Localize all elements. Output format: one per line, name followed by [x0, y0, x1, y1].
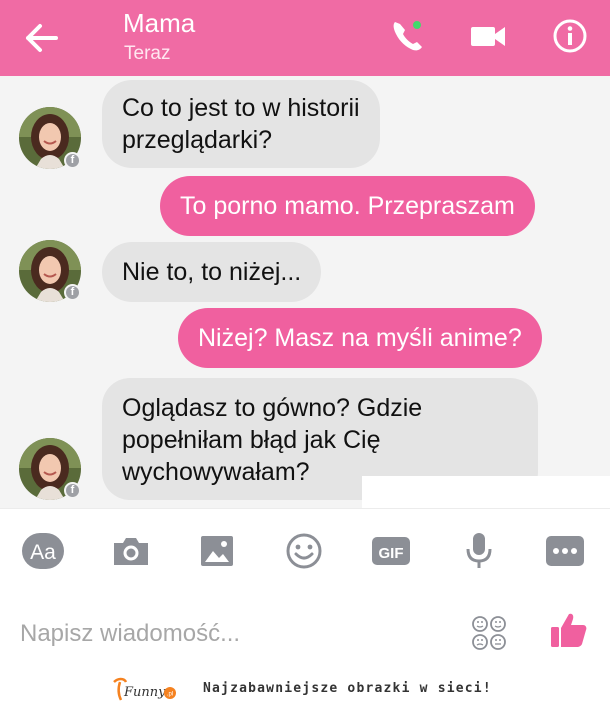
messenger-badge-icon: f [64, 152, 81, 169]
composer-toolbar: Aa GIF [0, 508, 610, 592]
sticker-icon[interactable] [470, 614, 508, 652]
incoming-message[interactable]: Nie to, to niżej... [102, 242, 322, 302]
message-list[interactable]: f Co to jest to w historii przeglądarki?… [0, 76, 610, 508]
camera-icon[interactable] [110, 531, 152, 571]
phone-call-icon[interactable] [386, 14, 430, 58]
video-camera-icon[interactable] [466, 14, 510, 58]
back-arrow-icon[interactable] [22, 20, 62, 56]
text-size-icon[interactable]: Aa [22, 531, 64, 571]
watermark-footer: Funny .pl Najzabawniejsze obrazki w siec… [0, 672, 610, 708]
image-seam [362, 476, 610, 508]
message-input[interactable]: Napisz wiadomość... [20, 620, 240, 648]
message-line: Oglądasz to gówno? Gdzie [122, 394, 423, 422]
logo-suffix: .pl [167, 692, 173, 698]
messenger-badge-icon: f [64, 284, 81, 301]
gif-icon[interactable]: GIF [370, 531, 412, 571]
microphone-icon[interactable] [458, 531, 500, 571]
funny-logo: Funny .pl [113, 677, 176, 701]
outgoing-message[interactable]: To porno mamo. Przepraszam [160, 176, 535, 236]
composer: Napisz wiadomość... [0, 592, 610, 672]
outgoing-message[interactable]: Niżej? Masz na myśli anime? [178, 308, 542, 368]
gif-label: GIF [379, 545, 404, 562]
message-line: Nie to, to niżej... [122, 258, 302, 286]
emoji-icon[interactable] [283, 531, 325, 571]
image-icon[interactable] [196, 531, 238, 571]
message-line: popełniłam błąd jak Cię [122, 426, 381, 454]
like-thumb-icon[interactable] [548, 610, 588, 650]
incoming-message[interactable]: Co to jest to w historii przeglądarki? [102, 80, 380, 168]
info-icon[interactable] [548, 14, 592, 58]
slogan: Najzabawniejsze obrazki w sieci! [203, 681, 492, 696]
text-size-label: Aa [30, 541, 56, 564]
logo-text: Funny [123, 685, 166, 700]
contact-name[interactable]: Mama [123, 8, 195, 39]
message-line: To porno mamo. Przepraszam [180, 192, 515, 220]
more-icon[interactable] [544, 531, 586, 571]
contact-status: Teraz [124, 43, 171, 64]
message-line: Niżej? Masz na myśli anime? [198, 324, 522, 352]
messenger-badge-icon: f [64, 482, 81, 499]
message-line: Co to jest to w historii [122, 94, 360, 122]
message-line: przeglądarki? [122, 126, 273, 154]
chat-header: Mama Teraz [0, 0, 610, 76]
